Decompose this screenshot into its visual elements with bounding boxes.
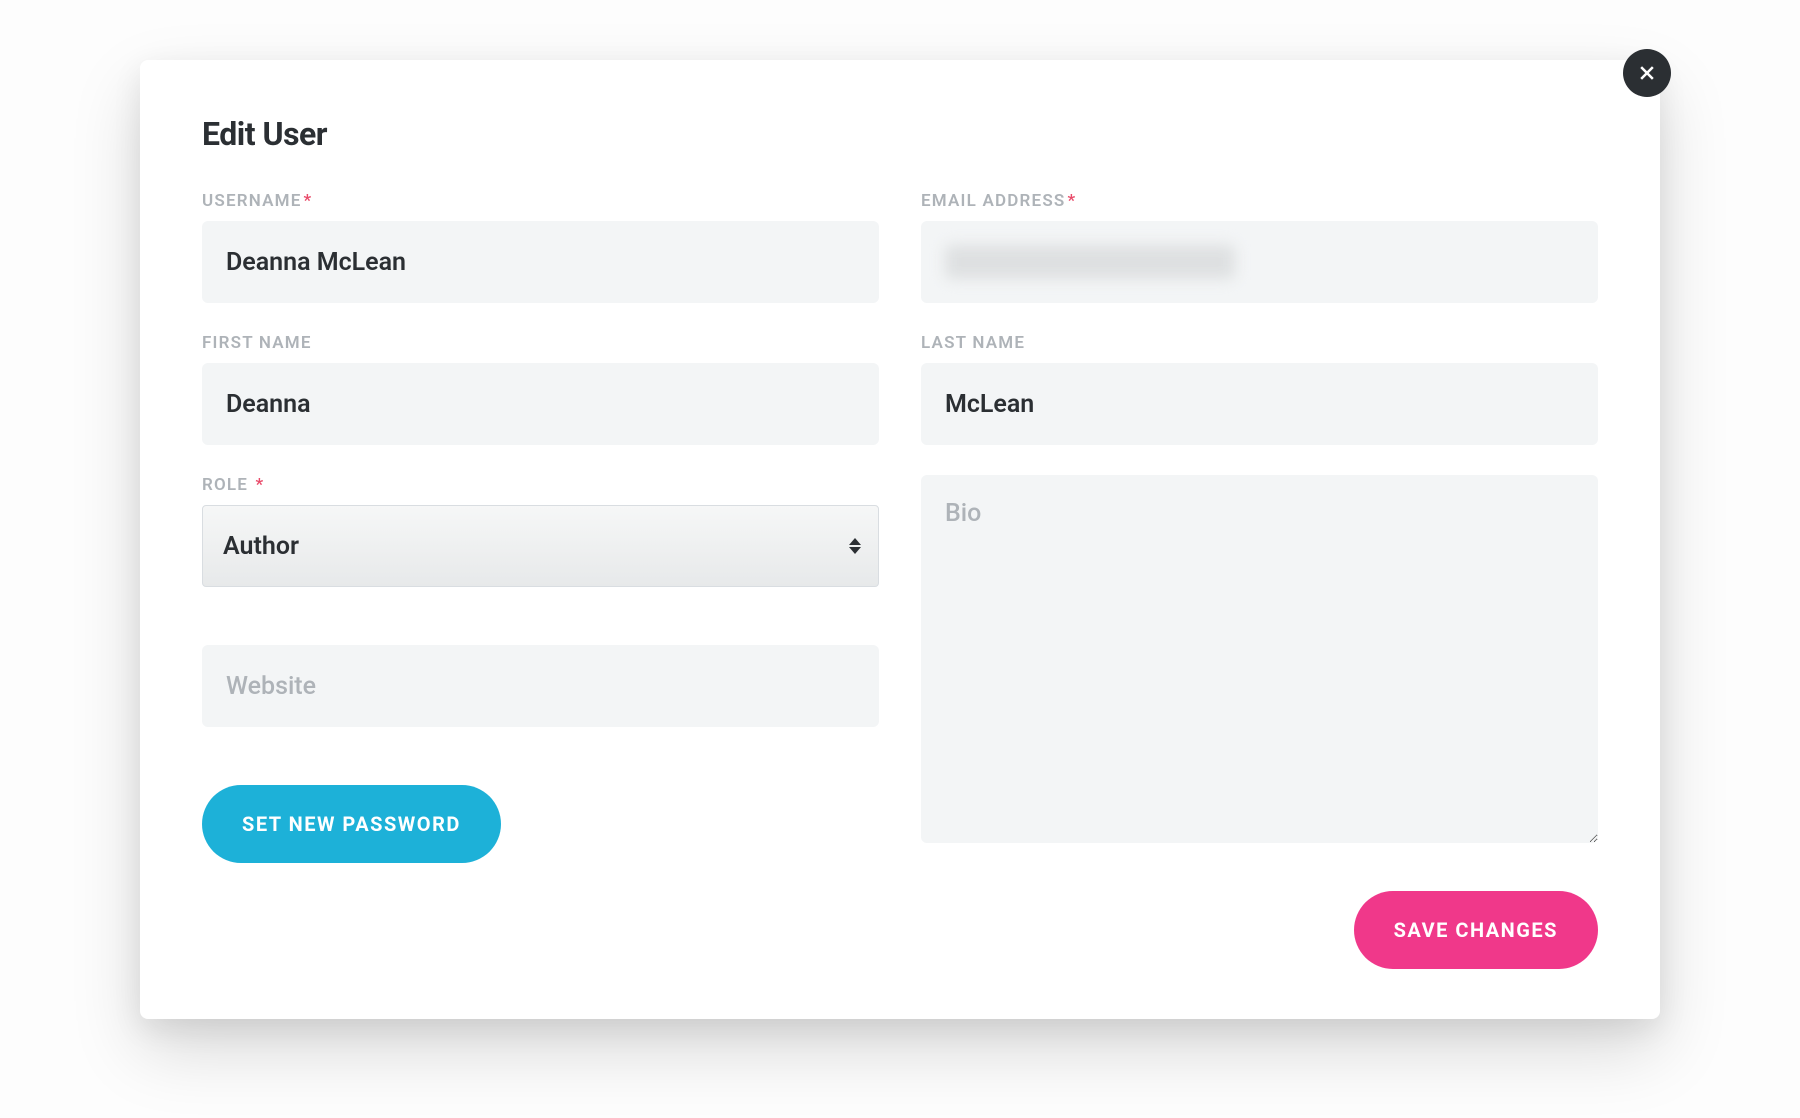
last-name-field-group: LAST NAME [921, 333, 1598, 445]
required-marker: * [1068, 191, 1077, 211]
footer-button-row: SAVE CHANGES [202, 891, 1598, 969]
last-name-input[interactable] [921, 363, 1598, 445]
username-label: USERNAME* [202, 191, 879, 211]
required-marker: * [256, 475, 265, 495]
redacted-email-value [945, 245, 1235, 279]
left-lower-stack: ROLE * Author [202, 475, 879, 863]
required-marker: * [304, 191, 313, 211]
email-field-group: EMAIL ADDRESS* [921, 191, 1598, 303]
edit-user-modal: Edit User USERNAME* EMAIL ADDRESS* FIRST [140, 60, 1660, 1019]
email-label-text: EMAIL ADDRESS [921, 191, 1066, 211]
close-button[interactable] [1623, 49, 1671, 97]
website-input[interactable] [202, 645, 879, 727]
bio-textarea[interactable] [921, 475, 1598, 843]
last-name-label: LAST NAME [921, 333, 1598, 353]
set-new-password-button[interactable]: SET NEW PASSWORD [202, 785, 501, 863]
role-label-text: ROLE [202, 475, 248, 495]
first-name-label: FIRST NAME [202, 333, 879, 353]
save-changes-button[interactable]: SAVE CHANGES [1354, 891, 1598, 969]
email-input[interactable] [921, 221, 1598, 303]
bio-field-group [921, 475, 1598, 843]
form-grid: USERNAME* EMAIL ADDRESS* FIRST NAME LAST… [202, 191, 1598, 863]
role-field-group: ROLE * Author [202, 475, 879, 587]
modal-title: Edit User [202, 115, 1598, 153]
modal-panel: Edit User USERNAME* EMAIL ADDRESS* FIRST [140, 60, 1660, 1019]
username-label-text: USERNAME [202, 191, 302, 211]
email-label: EMAIL ADDRESS* [921, 191, 1598, 211]
role-select[interactable]: Author [202, 505, 879, 587]
username-field-group: USERNAME* [202, 191, 879, 303]
username-input[interactable] [202, 221, 879, 303]
website-field-group [202, 645, 879, 727]
first-name-field-group: FIRST NAME [202, 333, 879, 445]
role-select-wrap: Author [202, 505, 879, 587]
close-icon [1637, 63, 1657, 83]
role-label: ROLE * [202, 475, 879, 495]
lower-row: ROLE * Author [202, 475, 1598, 863]
first-name-input[interactable] [202, 363, 879, 445]
